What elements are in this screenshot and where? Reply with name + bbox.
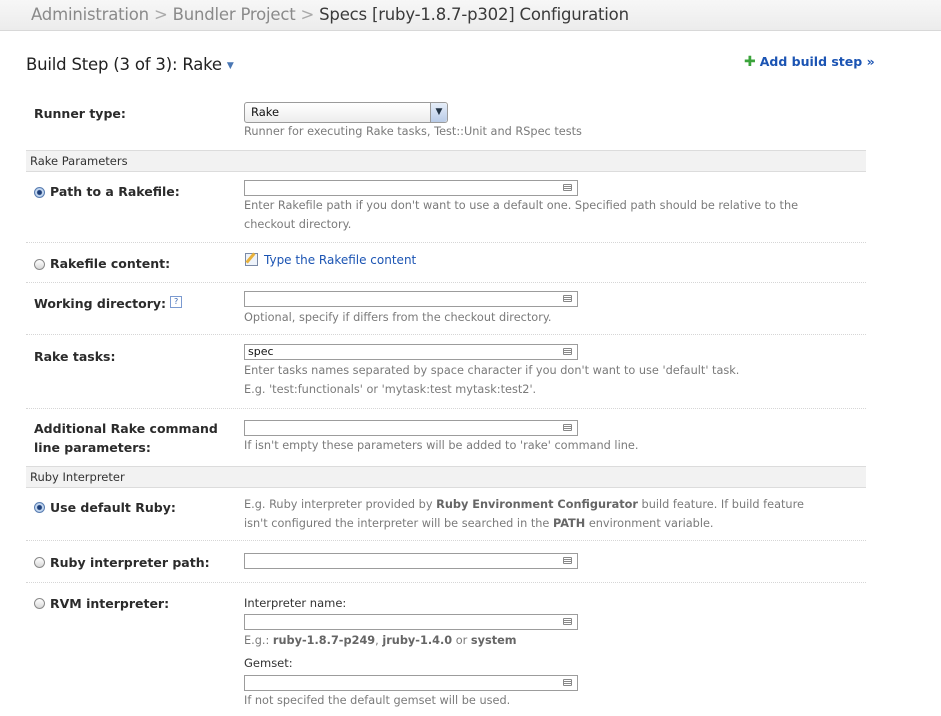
working-directory-label-text: Working directory: [34, 296, 167, 311]
row-divider [26, 582, 866, 583]
interpreter-name-hint: E.g.: ruby-1.8.7-p249, jruby-1.4.0 or sy… [244, 631, 517, 650]
expand-text-icon[interactable] [563, 348, 572, 355]
breadcrumb-separator: > [153, 5, 168, 24]
interpreter-path-radio[interactable] [34, 557, 45, 568]
expand-text-icon[interactable] [563, 184, 572, 191]
rvm-interpreter-label: RVM interpreter: [50, 596, 170, 611]
help-icon[interactable]: ? [170, 296, 183, 308]
page-title: Build Step (3 of 3): Rake ▼ [26, 55, 234, 74]
rake-parameters-title: Rake Parameters [30, 154, 128, 168]
interpreter-path-input[interactable] [244, 553, 578, 569]
rakefile-path-input[interactable] [244, 180, 578, 196]
path-rakefile-radio[interactable] [34, 187, 45, 198]
additional-params-label-1: Additional Rake command [34, 421, 218, 436]
breadcrumb-project[interactable]: Bundler Project [173, 5, 296, 24]
gemset-input[interactable] [244, 675, 578, 691]
rvm-hint-b: ruby-1.8.7-p249 [272, 634, 376, 647]
gemset-hint: If not specifed the default gemset will … [244, 694, 511, 707]
interpreter-name-input[interactable] [244, 614, 578, 630]
row-divider [26, 408, 866, 409]
type-rakefile-content-link[interactable]: Type the Rakefile content [245, 253, 416, 267]
default-ruby-hint-d: PATH [552, 517, 586, 530]
add-build-step-label: Add build step » [759, 54, 875, 69]
path-rakefile-label: Path to a Rakefile: [50, 184, 180, 199]
runner-type-value: Rake [251, 105, 280, 119]
rakefile-content-label: Rakefile content: [50, 256, 171, 271]
breadcrumb-current: Specs [ruby-1.8.7-p302] Configuration [319, 5, 629, 24]
ruby-interpreter-header: Ruby Interpreter [26, 466, 866, 488]
runner-type-hint: Runner for executing Rake tasks, Test::U… [244, 125, 582, 138]
rvm-hint-f: system [470, 634, 517, 647]
add-build-step-link[interactable]: ✚ Add build step » [744, 54, 875, 70]
type-rakefile-content-text: Type the Rakefile content [264, 253, 417, 267]
chevron-down-icon[interactable]: ▼ [227, 61, 234, 71]
row-divider [26, 334, 866, 335]
row-divider [26, 242, 866, 243]
breadcrumb: Administration > Bundler Project > Specs [ru… [31, 5, 629, 24]
expand-text-icon[interactable] [563, 295, 572, 302]
working-directory-input[interactable] [244, 291, 578, 307]
default-ruby-label: Use default Ruby: [50, 500, 176, 515]
page-title-text: Build Step (3 of 3): Rake [26, 55, 222, 74]
rvm-hint-d: jruby-1.4.0 [382, 634, 453, 647]
additional-params-hint: If isn't empty these parameters will be … [244, 439, 639, 452]
gemset-label: Gemset: [244, 656, 293, 670]
rvm-hint-a: E.g.: [244, 634, 273, 647]
runner-type-label: Runner type: [34, 106, 126, 121]
select-arrow-icon: ▼ [430, 103, 447, 122]
rvm-interpreter-radio[interactable] [34, 598, 45, 609]
interpreter-name-label: Interpreter name: [244, 596, 347, 610]
rake-tasks-example: E.g. 'test:functionals' or 'mytask:test … [244, 383, 537, 396]
rake-tasks-value: spec [248, 345, 274, 358]
expand-text-icon[interactable] [563, 424, 572, 431]
plus-icon: ✚ [744, 54, 756, 70]
expand-text-icon[interactable] [563, 679, 572, 686]
top-bar: Administration > Bundler Project > Specs [ru… [0, 0, 941, 31]
interpreter-path-label: Ruby interpreter path: [50, 555, 210, 570]
rake-tasks-input[interactable]: spec [244, 344, 578, 360]
rake-tasks-label: Rake tasks: [34, 349, 116, 364]
working-directory-label: Working directory:? [34, 296, 183, 311]
runner-type-select[interactable]: Rake ▼ [244, 102, 448, 123]
breadcrumb-administration[interactable]: Administration [31, 5, 149, 24]
rakefile-path-hint: Enter Rakefile path if you don't want to… [244, 199, 799, 231]
default-ruby-hint-a: E.g. Ruby interpreter provided by [244, 498, 437, 511]
row-divider [26, 282, 866, 283]
working-directory-hint: Optional, specify if differs from the ch… [244, 311, 552, 324]
additional-params-input[interactable] [244, 420, 578, 436]
edit-icon [245, 253, 258, 266]
breadcrumb-separator: > [300, 5, 315, 24]
expand-text-icon[interactable] [563, 618, 572, 625]
default-ruby-hint-e: environment variable. [585, 517, 714, 530]
row-divider [26, 540, 866, 541]
rake-tasks-hint: Enter tasks names separated by space cha… [244, 364, 740, 377]
default-ruby-hint: E.g. Ruby interpreter provided by Ruby E… [244, 495, 824, 533]
additional-params-label-2: line parameters: [34, 440, 151, 455]
rvm-hint-e: or [452, 634, 471, 647]
rake-parameters-header: Rake Parameters [26, 150, 866, 172]
default-ruby-hint-b: Ruby Environment Configurator [436, 498, 638, 511]
ruby-interpreter-title: Ruby Interpreter [30, 470, 125, 484]
rakefile-content-radio[interactable] [34, 259, 45, 270]
expand-text-icon[interactable] [563, 557, 572, 564]
default-ruby-radio[interactable] [34, 502, 45, 513]
